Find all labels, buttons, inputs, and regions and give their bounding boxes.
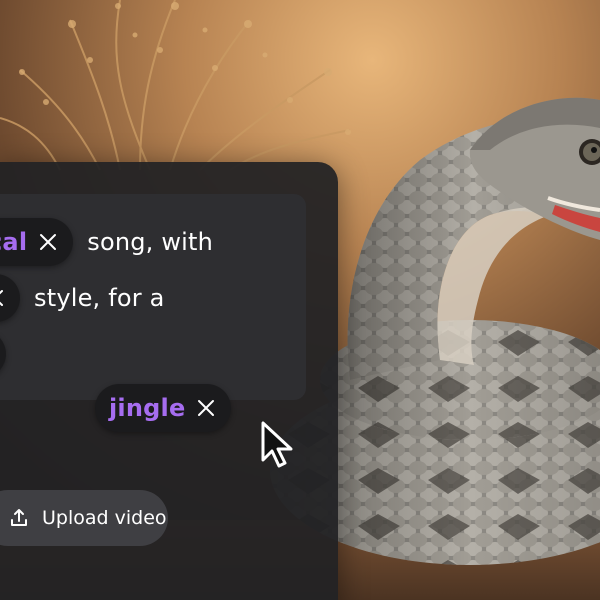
prompt-text: style, for a — [34, 284, 165, 312]
tag-chip-label: jingle — [109, 394, 186, 422]
hero-stage: cal song, with style, for a jingle — [0, 0, 600, 600]
prompt-line-3 — [0, 330, 6, 378]
upload-icon — [11, 509, 27, 526]
upload-video-button[interactable]: Upload video — [0, 490, 168, 546]
upload-video-label: Upload video — [42, 507, 167, 529]
tag-chip[interactable] — [0, 274, 20, 322]
close-icon[interactable] — [195, 397, 217, 419]
prompt-line-1: cal song, with — [0, 218, 213, 266]
mouse-pointer-icon — [261, 421, 293, 468]
close-icon[interactable] — [0, 287, 6, 309]
prompt-line-4: jingle — [95, 384, 232, 432]
tag-chip-jingle[interactable]: jingle — [95, 384, 232, 432]
close-icon[interactable] — [37, 231, 59, 253]
tag-chip-label: cal — [0, 228, 28, 256]
tag-chip[interactable]: cal — [0, 218, 74, 266]
tag-chip[interactable] — [0, 330, 6, 378]
prompt-text: song, with — [87, 228, 214, 256]
prompt-line-2: style, for a — [0, 274, 165, 322]
